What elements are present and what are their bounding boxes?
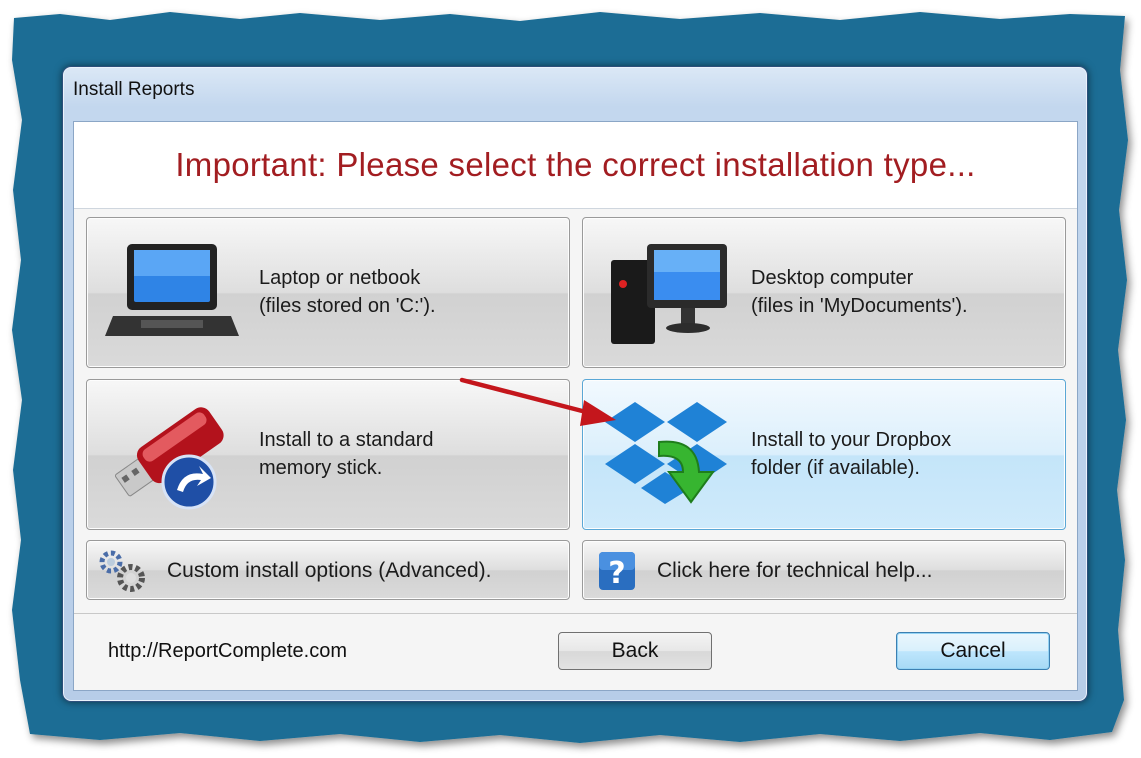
svg-text:?: ? [608, 556, 625, 591]
desktop-option-label: Desktop computer (files in 'MyDocuments'… [751, 267, 968, 317]
technical-help-button[interactable]: ? Click here for technical help... [582, 540, 1066, 600]
laptop-option-label: Laptop or netbook (files stored on 'C:')… [259, 267, 436, 317]
website-link[interactable]: http://ReportComplete.com [108, 640, 347, 663]
dropbox-option-label: Install to your Dropbox folder (if avail… [751, 429, 952, 479]
laptop-icon [105, 244, 239, 336]
banner-text: Important: Please select the correct ins… [175, 146, 976, 183]
memory-stick-option-label: Install to a standard memory stick. [259, 429, 434, 479]
laptop-option-button[interactable]: Laptop or netbook (files stored on 'C:')… [86, 217, 570, 368]
back-button[interactable]: Back [558, 632, 712, 670]
desktop-option-button[interactable]: Desktop computer (files in 'MyDocuments'… [582, 217, 1066, 368]
memory-stick-option-button[interactable]: Install to a standard memory stick. [86, 379, 570, 530]
instruction-banner: Important: Please select the correct ins… [74, 122, 1077, 209]
help-icon: ? [599, 552, 635, 591]
custom-install-label: Custom install options (Advanced). [167, 559, 492, 582]
dropbox-icon [605, 402, 727, 504]
cancel-button[interactable]: Cancel [896, 632, 1050, 670]
technical-help-label: Click here for technical help... [657, 559, 933, 582]
dialog-body: Important: Please select the correct ins… [73, 121, 1078, 691]
usb-stick-icon [114, 407, 224, 510]
desktop-computer-icon [611, 244, 727, 344]
gears-icon [99, 550, 145, 592]
custom-install-button[interactable]: Custom install options (Advanced). [86, 540, 570, 600]
dropbox-option-button[interactable]: Install to your Dropbox folder (if avail… [582, 379, 1066, 530]
install-reports-dialog: Install Reports Important: Please select… [62, 66, 1088, 702]
window-title: Install Reports [73, 79, 195, 100]
footer-divider [74, 613, 1077, 614]
